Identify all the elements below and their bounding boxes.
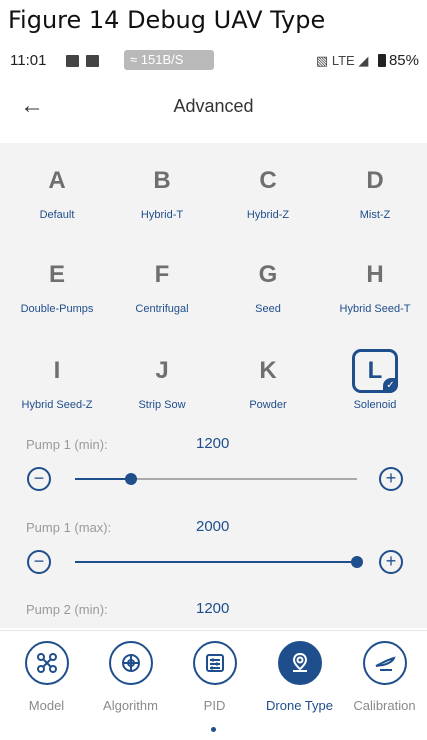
drone-type-e[interactable]: E Double-Pumps — [4, 255, 110, 315]
drone-type-l[interactable]: L ✓ Solenoid — [322, 349, 427, 411]
battery-level: 85% — [388, 52, 419, 69]
slider-value: 1200 — [196, 435, 230, 452]
type-label: Solenoid — [353, 399, 397, 411]
nav-model[interactable]: Model — [4, 641, 89, 713]
slider-label: Pump 2 (min): — [26, 602, 108, 617]
plus-circle-icon[interactable]: + — [379, 467, 403, 491]
type-letter: B — [153, 167, 171, 194]
drone-type-b[interactable]: B Hybrid-T — [109, 161, 215, 221]
plus-circle-icon[interactable]: + — [379, 550, 403, 574]
drone-type-i[interactable]: I Hybrid Seed-Z — [4, 351, 110, 411]
drone-type-k[interactable]: K Powder — [215, 351, 321, 411]
type-label: Hybrid Seed-T — [339, 303, 411, 315]
figure-caption: Figure 14 Debug UAV Type — [8, 6, 326, 34]
drone-icon — [24, 641, 69, 685]
minus-circle-icon[interactable]: − — [27, 467, 51, 491]
nav-drone-type[interactable]: Drone Type — [257, 641, 342, 713]
nav-label: Calibration — [353, 698, 416, 713]
nav-label: Algorithm — [103, 698, 158, 713]
slider-row: − + — [0, 465, 427, 493]
page-indicator-dot — [211, 727, 216, 732]
type-letter: I — [53, 357, 61, 384]
vibrate-icon: ▧ — [315, 53, 329, 68]
nav-label: Model — [28, 698, 65, 713]
slider-fill — [75, 478, 132, 480]
algorithm-icon — [108, 641, 153, 685]
app-bar: ← Advanced — [0, 80, 427, 136]
drone-type-d[interactable]: D Mist-Z — [322, 161, 427, 221]
plane-icon — [362, 641, 407, 685]
type-letter: E — [48, 261, 65, 288]
status-time: 11:01 — [10, 52, 47, 69]
slider-label: Pump 1 (max): — [26, 520, 112, 535]
slider-value: 2000 — [196, 518, 230, 535]
content-area: A Default B Hybrid-T C Hybrid-Z D Mist-Z… — [0, 143, 427, 628]
slider-label: Pump 1 (min): — [26, 437, 108, 452]
signal-icon: ◢ — [358, 53, 369, 68]
wifi-speed-badge: ≈ 151B/S — [124, 50, 214, 70]
type-letter: H — [366, 261, 384, 288]
nav-algorithm[interactable]: Algorithm — [88, 641, 173, 713]
slider-fill — [75, 561, 357, 563]
status-right: ▧ LTE ◢ 85% — [316, 52, 419, 69]
nav-label: PID — [203, 698, 226, 713]
drone-type-f[interactable]: F Centrifugal — [109, 255, 215, 315]
slider-row: − + — [0, 548, 427, 576]
type-letter: K — [259, 357, 277, 384]
type-label: Double-Pumps — [20, 303, 94, 315]
slider-thumb[interactable] — [125, 473, 138, 485]
net-speed: 151B/S — [140, 52, 184, 67]
drone-type-c[interactable]: C Hybrid-Z — [215, 161, 321, 221]
app-notification-icon — [86, 55, 99, 67]
slider-value: 1200 — [196, 600, 230, 617]
slider-thumb[interactable] — [351, 556, 363, 568]
gallery-notification-icon — [66, 55, 79, 67]
type-letter: D — [366, 167, 384, 194]
type-letter: G — [258, 261, 278, 288]
slider-track[interactable] — [75, 473, 357, 485]
type-label: Mist-Z — [359, 209, 391, 221]
type-label: Powder — [249, 399, 287, 411]
nav-pid[interactable]: PID — [172, 641, 257, 713]
type-label: Centrifugal — [135, 303, 189, 315]
minus-circle-icon[interactable]: − — [27, 550, 51, 574]
selection-box: L ✓ — [352, 349, 398, 393]
drone-type-a[interactable]: A Default — [4, 161, 110, 221]
pid-icon — [192, 641, 237, 685]
type-letter: J — [155, 357, 169, 384]
network-type: LTE — [331, 53, 355, 68]
type-label: Hybrid-Z — [246, 209, 290, 221]
nav-label: Drone Type — [266, 698, 333, 713]
type-label: Strip Sow — [138, 399, 186, 411]
check-icon: ✓ — [383, 378, 398, 393]
bottom-navigation: Model Algorithm PID Drone Type Calibrati… — [0, 630, 427, 740]
type-label: Hybrid-T — [140, 209, 184, 221]
drone-type-h[interactable]: H Hybrid Seed-T — [322, 255, 427, 315]
type-letter-selected: L ✓ — [322, 349, 427, 393]
type-label: Default — [39, 209, 75, 221]
type-letter: A — [48, 167, 66, 194]
type-letter: F — [154, 261, 170, 288]
drone-type-j[interactable]: J Strip Sow — [109, 351, 215, 411]
status-bar: 11:01 ≈ 151B/S ▧ LTE ◢ 85% — [0, 46, 427, 74]
type-label: Seed — [255, 303, 281, 315]
slider-track[interactable] — [75, 556, 363, 568]
wifi-icon: ≈ — [130, 52, 138, 67]
location-pin-icon — [277, 641, 322, 685]
type-label: Hybrid Seed-Z — [21, 399, 93, 411]
battery-icon — [377, 54, 386, 67]
type-letter-text: L — [367, 357, 383, 384]
page-title: Advanced — [173, 96, 254, 116]
nav-calibration[interactable]: Calibration — [342, 641, 427, 713]
drone-type-g[interactable]: G Seed — [215, 255, 321, 315]
type-letter: C — [259, 167, 277, 194]
